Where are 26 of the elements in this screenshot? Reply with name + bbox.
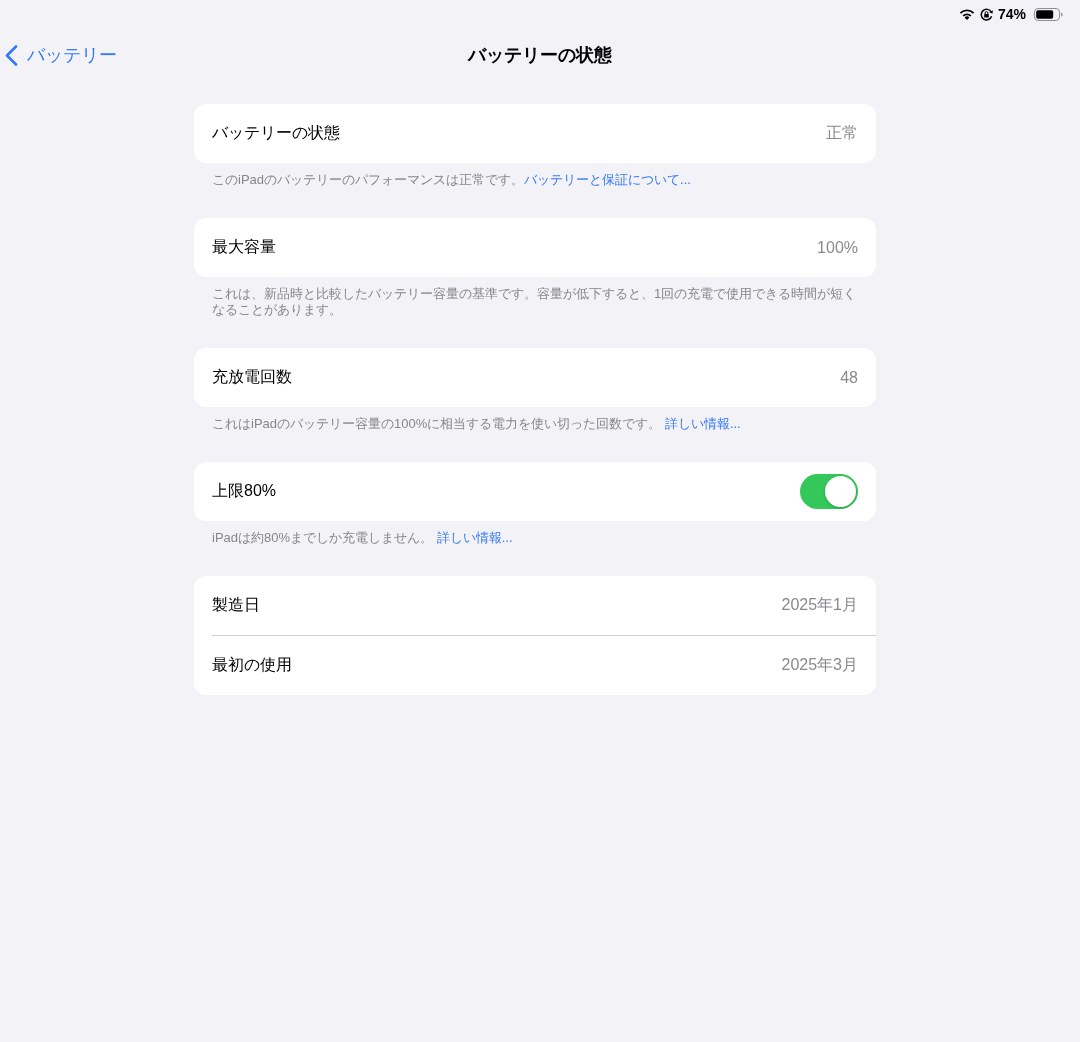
rotation-lock-icon — [979, 7, 993, 21]
row-value: 48 — [840, 368, 858, 387]
row-value: 2025年3月 — [781, 655, 858, 675]
row-label: 最初の使用 — [212, 655, 292, 675]
footer-note: これはiPadのバッテリー容量の100%に相当する電力を使い切った回数です。 詳しい情報... — [211, 416, 742, 432]
row-value: 2025年1月 — [781, 595, 858, 615]
toggle-switch[interactable] — [800, 474, 858, 509]
info-link[interactable]: 詳しい情報... — [664, 416, 741, 431]
battery-icon — [1034, 7, 1063, 21]
row-value: 正常 — [826, 123, 858, 143]
footer-note: iPadは約80%までしか充電しません。 詳しい情報... — [211, 530, 514, 546]
row-label: バッテリーの状態 — [212, 123, 340, 143]
page-title: バッテリーの状態 — [468, 44, 612, 67]
row-label: 製造日 — [212, 595, 260, 615]
info-link[interactable]: バッテリーと保証について... — [524, 172, 691, 187]
info-link[interactable]: 詳しい情報... — [436, 530, 513, 545]
battery-percent: 74% — [997, 6, 1026, 22]
footer-note: これは、新品時と比較したバッテリー容量の基準です。容量が低下すると、1回の充電で使用できる時間が短くなることがあります。 — [211, 286, 858, 318]
footer-note: このiPadのバッテリーのパフォーマンスは正常です。バッテリーと保証について... — [211, 172, 692, 188]
row-label: 上限80% — [212, 481, 277, 501]
row-label: 最大容量 — [212, 237, 276, 257]
row-value: 100% — [817, 238, 858, 257]
row-label: 充放電回数 — [212, 367, 292, 387]
chevron-left-icon — [5, 44, 18, 66]
wifi-icon — [958, 8, 975, 20]
back-button[interactable]: バッテリー — [0, 43, 121, 67]
